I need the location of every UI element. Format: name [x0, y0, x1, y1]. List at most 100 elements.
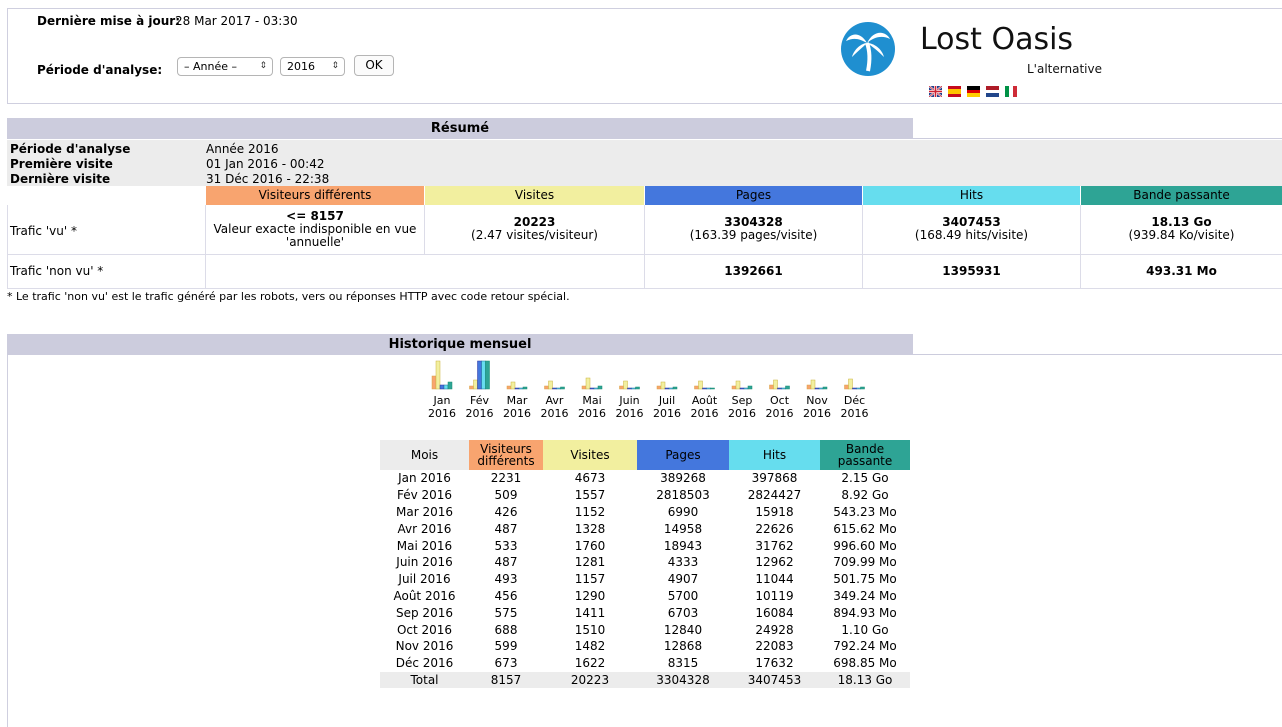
value-cell: 10119: [755, 588, 794, 603]
year-select[interactable]: 2016 ⇕: [280, 57, 345, 76]
chart-month-label: Mai 2016: [577, 394, 607, 420]
chart-bar: [860, 386, 865, 390]
value-cell: 1281: [574, 555, 606, 570]
chart-month-year: 2016: [578, 407, 606, 420]
chart-bar: [844, 384, 849, 390]
italian-flag-icon[interactable]: [1005, 86, 1017, 97]
month-cell: Jan 2016: [398, 471, 451, 486]
value-cell: 493: [494, 572, 518, 587]
unseen-hits-value: 1395931: [942, 264, 1001, 278]
chart-month-year: 2016: [503, 407, 531, 420]
month-cell: Fév 2016: [396, 488, 453, 503]
value-cell: 4673: [574, 471, 606, 486]
chart-bar: [702, 387, 707, 390]
th-visits: Visites: [543, 440, 637, 470]
chart-bar: [589, 387, 595, 390]
value-cell: 1152: [574, 504, 606, 519]
chart-bar: [473, 379, 478, 390]
dutch-flag-icon[interactable]: [986, 86, 999, 97]
chart-month-year: 2016: [428, 407, 456, 420]
chart-month-year: 2016: [803, 407, 831, 420]
value-cell: 894.93 Mo: [833, 605, 897, 620]
total-value: 3407453: [729, 671, 820, 689]
th-month: Mois: [380, 440, 469, 470]
chart-month-label: Juil 2016: [652, 394, 682, 420]
chart-bar: [514, 387, 520, 390]
chart-bar: [785, 385, 790, 390]
total-row: Total 8157 20223 3304328 3407453 18.13 Go: [380, 671, 910, 689]
chart-bar: [581, 385, 587, 390]
palm-tree-logo-icon: [841, 22, 895, 76]
chart-bar: [694, 385, 699, 390]
chart-month-year: 2016: [615, 407, 644, 420]
german-flag-icon[interactable]: [967, 86, 980, 97]
monthly-bar-chart: [431, 360, 865, 390]
total-label: Total: [380, 671, 469, 689]
chart-bar: [743, 387, 749, 390]
year-select-value: 2016: [287, 60, 315, 73]
spanish-flag-icon[interactable]: [948, 86, 961, 97]
th-hits: Hits: [729, 440, 820, 470]
month-cell: Juin 2016: [396, 555, 453, 570]
last-update-label: Dernière mise à jour:: [37, 14, 181, 28]
value-cell: 533: [494, 538, 518, 553]
chart-month-name: Jan: [433, 394, 451, 407]
value-cell: 349.24 Mo: [833, 588, 897, 603]
chart-month-name: Nov: [806, 394, 828, 407]
value-cell: 17632: [755, 656, 794, 671]
value-cell: 22626: [755, 521, 794, 536]
summary-info: Période d'analyse Année 2016 Première vi…: [7, 140, 1282, 186]
value-cell: 1482: [574, 639, 606, 654]
col-header-pages: Pages: [645, 186, 862, 205]
value-cell: 543.23 Mo: [833, 504, 897, 519]
table-row: Jan 2016 2231 4673 389268 397868 2.15 Go: [380, 470, 910, 487]
value-cell: 1760: [574, 538, 606, 553]
seen-visits-cell: 20223 (2.47 visites/visiteur): [425, 216, 644, 242]
chart-month-name: Avr: [545, 394, 564, 407]
value-cell: 16084: [755, 605, 794, 620]
total-value: 18.13 Go: [820, 671, 910, 689]
chart-month-name: Août: [691, 394, 718, 407]
english-flag-icon[interactable]: [929, 86, 942, 97]
chart-bar: [773, 379, 778, 390]
col-header-bandwidth: Bande passante: [1081, 186, 1282, 205]
value-cell: 688: [494, 622, 518, 637]
month-cell: Juil 2016: [398, 572, 451, 587]
chart-bar: [518, 387, 524, 390]
chart-bar: [597, 385, 603, 390]
month-cell: Mai 2016: [396, 538, 453, 553]
chart-bar: [431, 375, 437, 390]
ok-button[interactable]: OK: [354, 55, 394, 76]
value-cell: 22083: [755, 639, 794, 654]
value-cell: 11044: [755, 572, 794, 587]
value-cell: 24928: [755, 622, 794, 637]
chart-bar: [556, 387, 561, 390]
logo-title: Lost Oasis: [920, 22, 1074, 57]
value-cell: 6703: [667, 605, 699, 620]
period-select[interactable]: – Année – ⇕: [177, 57, 273, 76]
chart-bar: [619, 385, 624, 390]
month-cell: Nov 2016: [395, 639, 454, 654]
value-cell: 487: [494, 521, 518, 536]
value-cell: 12868: [663, 639, 703, 654]
value-cell: 509: [494, 488, 518, 503]
chart-bar: [706, 387, 711, 390]
chart-bar: [848, 378, 853, 390]
chart-bar: [668, 387, 674, 390]
chart-month-year: 2016: [540, 407, 569, 420]
value-cell: 487: [494, 555, 518, 570]
table-row: Fév 2016 509 1557 2818503 2824427 8.92 Go: [380, 487, 910, 504]
monthly-table-body: Jan 2016 2231 4673 389268 397868 2.15 Go Fév 2…: [380, 470, 910, 689]
value-cell: 5700: [667, 588, 699, 603]
value-cell: 1290: [574, 588, 606, 603]
chart-month-label: Déc 2016: [840, 394, 870, 420]
value-cell: 12840: [663, 622, 703, 637]
chart-month-label: Mar 2016: [502, 394, 532, 420]
value-cell: 2231: [490, 471, 522, 486]
chart-month-name: Sep: [731, 394, 753, 407]
col-header-hits: Hits: [863, 186, 1080, 205]
chart-bar: [806, 384, 812, 390]
first-visit-value: 01 Jan 2016 - 00:42: [206, 157, 325, 171]
chart-month-name: Juin: [619, 394, 640, 407]
chart-month-label: Sep 2016: [727, 394, 757, 420]
